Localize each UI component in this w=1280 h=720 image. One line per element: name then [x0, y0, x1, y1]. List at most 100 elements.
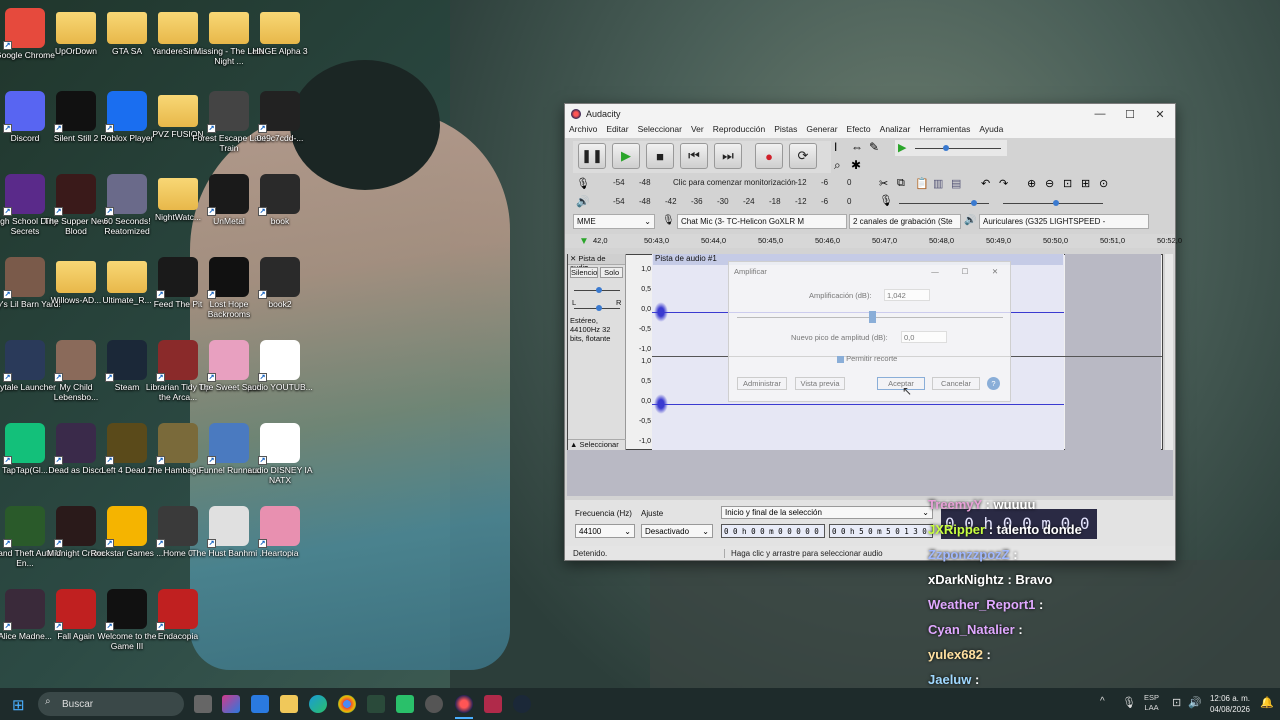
new-peak-input[interactable]: 0,0 — [901, 331, 947, 343]
task-view-icon[interactable] — [194, 695, 212, 713]
mic-icon[interactable]: 🎙 — [576, 177, 590, 190]
zoom-tool-icon[interactable]: ⌕ — [834, 158, 841, 173]
preview-button[interactable]: Vista previa — [795, 377, 845, 390]
speed-slider[interactable] — [915, 148, 1001, 149]
snap-select[interactable]: Desactivado ⌄ — [641, 524, 713, 538]
zoom-out-icon[interactable]: ⊖ — [1045, 177, 1054, 190]
timeline-ruler[interactable]: ▼ 42,0 50:43,0 50:44,0 50:45,0 50:46,0 50:47,… — [565, 234, 1182, 248]
desktop-icon[interactable]: ↗ Endacopia — [138, 581, 218, 661]
desktop-icon[interactable]: ↗ audio YOUTUB... — [240, 332, 320, 412]
close-icon[interactable]: ✕ — [1145, 108, 1175, 121]
selection-end-field[interactable]: 0 0 h 5 0 m 5 0 1 3 0 s — [829, 524, 933, 538]
menu-item[interactable]: Herramientas — [919, 124, 970, 138]
ok-button[interactable]: Aceptar — [877, 377, 925, 390]
network-icon[interactable]: ⊡ — [1172, 696, 1181, 709]
playback-meter[interactable]: -54 -48 -42 -36 -30 -24 -18 -12 -6 0 — [613, 197, 863, 207]
play-button[interactable]: ▶ — [612, 143, 640, 169]
zoom-toggle-icon[interactable]: ⊙ — [1099, 177, 1108, 190]
meter-message[interactable]: Clic para comenzar monitorización — [673, 178, 796, 187]
channels-select[interactable]: 2 canales de grabación (Ste — [849, 214, 961, 229]
menu-item[interactable]: Ver — [691, 124, 704, 138]
menu-item[interactable]: Ayuda — [979, 124, 1003, 138]
obs-icon[interactable] — [425, 695, 443, 713]
menu-item[interactable]: Seleccionar — [638, 124, 682, 138]
cut-icon[interactable]: ✂ — [879, 177, 888, 190]
maximize-icon[interactable]: ☐ — [1115, 108, 1145, 121]
file-explorer-icon[interactable] — [280, 695, 298, 713]
menu-item[interactable]: Efecto — [847, 124, 871, 138]
stop-button[interactable]: ■ — [646, 143, 674, 169]
amplification-input[interactable]: 1,042 — [884, 289, 930, 301]
checkbox-box[interactable] — [837, 355, 844, 363]
fit-selection-icon[interactable]: ⊡ — [1063, 177, 1072, 190]
dialog-maximize-icon[interactable]: ☐ — [950, 267, 980, 276]
menu-item[interactable]: Generar — [806, 124, 837, 138]
collapse-icon[interactable]: ▲ — [570, 440, 577, 449]
desktop-icon[interactable]: HNGE Alpha 3 — [240, 0, 320, 80]
chrome-taskbar-icon[interactable] — [338, 695, 356, 713]
fit-project-icon[interactable]: ⊞ — [1081, 177, 1090, 190]
menu-item[interactable]: Pistas — [774, 124, 797, 138]
mic-tray-icon[interactable]: 🎙 — [1122, 696, 1136, 709]
store-icon[interactable] — [251, 695, 269, 713]
playback-device-select[interactable]: Auriculares (G325 LIGHTSPEED - — [979, 214, 1149, 229]
pan-slider-thumb[interactable] — [596, 305, 602, 311]
menu-item[interactable]: Analizar — [880, 124, 911, 138]
search-box[interactable]: ⌕ Buscar — [38, 692, 184, 716]
cancel-button[interactable]: Cancelar — [932, 377, 980, 390]
steam-taskbar-icon[interactable] — [513, 695, 531, 713]
minimize-icon[interactable]: — — [1085, 108, 1115, 121]
xbox-icon[interactable] — [367, 695, 385, 713]
manage-button[interactable]: Administrar — [737, 377, 787, 390]
playback-volume-thumb[interactable] — [1053, 200, 1059, 206]
record-button[interactable]: ● — [755, 143, 783, 169]
desktop-icon[interactable]: ↗ 0e9c7cdd-... — [240, 83, 320, 163]
selection-mode-select[interactable]: Inicio y final de la selección ⌄ — [721, 506, 933, 519]
volume-icon[interactable]: 🔊 — [1188, 696, 1202, 709]
gain-slider-thumb[interactable] — [596, 287, 602, 293]
dialog-close-icon[interactable]: ✕ — [980, 267, 1010, 276]
pause-button[interactable]: ❚❚ — [578, 143, 606, 169]
desktop-icon[interactable]: ↗ book2 — [240, 249, 320, 329]
allow-clipping-checkbox[interactable]: Permitir recorte — [837, 354, 897, 363]
dialog-minimize-icon[interactable]: — — [920, 267, 950, 276]
tray-chevron-icon[interactable]: ^ — [1100, 696, 1105, 707]
select-track-button[interactable]: Seleccionar — [580, 440, 619, 449]
speed-slider-thumb[interactable] — [943, 145, 949, 151]
menu-item[interactable]: Archivo — [569, 124, 597, 138]
host-select[interactable]: MME ⌄ — [573, 214, 655, 229]
help-button[interactable]: ? — [987, 377, 1000, 390]
menu-item[interactable]: Editar — [606, 124, 628, 138]
rate-select[interactable]: 44100 ⌄ — [575, 524, 635, 538]
edge-icon[interactable] — [309, 695, 327, 713]
zoom-in-icon[interactable]: ⊕ — [1027, 177, 1036, 190]
solo-button[interactable]: Solo — [600, 267, 623, 278]
empty-tracks-area[interactable] — [567, 450, 1173, 496]
draw-tool-icon[interactable]: ✎ — [869, 140, 879, 154]
skip-end-button[interactable]: ⏭ — [714, 143, 742, 169]
clock[interactable]: 12:06 a. m. 04/08/2026 — [1206, 693, 1250, 715]
multi-tool-icon[interactable]: ✱ — [851, 158, 861, 172]
trim-icon[interactable]: ▥ — [933, 177, 943, 190]
desktop-icon[interactable]: ↗ Heartopia — [240, 498, 320, 578]
desktop-icon[interactable]: ↗ book — [240, 166, 320, 246]
language-indicator[interactable]: ESP LAA — [1144, 693, 1159, 713]
silence-icon[interactable]: ▤ — [951, 177, 961, 190]
track-close-icon[interactable]: ✕ — [570, 254, 576, 263]
amplification-slider-thumb[interactable] — [869, 311, 876, 323]
notification-bell-icon[interactable]: 🔔 — [1260, 696, 1274, 709]
recording-device-select[interactable]: Chat Mic (3- TC-Helicon GoXLR M — [677, 214, 847, 229]
game-launcher-icon[interactable] — [396, 695, 414, 713]
start-icon[interactable]: ⊞ — [12, 696, 25, 714]
audacity-titlebar[interactable]: Audacity — ☐ ✕ — [565, 104, 1175, 124]
copilot-icon[interactable] — [222, 695, 240, 713]
redo-icon[interactable]: ↷ — [999, 177, 1008, 190]
undo-icon[interactable]: ↶ — [981, 177, 990, 190]
play-at-speed-icon[interactable]: ▶ — [898, 141, 906, 154]
paste-icon[interactable]: 📋 — [915, 177, 929, 190]
speaker-icon[interactable]: 🔊 — [576, 195, 590, 208]
audacity-taskbar-icon[interactable] — [455, 695, 473, 713]
selection-tool-icon[interactable]: I — [834, 140, 837, 154]
copy-icon[interactable]: ⧉ — [897, 177, 905, 190]
skip-start-button[interactable]: ⏮ — [680, 143, 708, 169]
